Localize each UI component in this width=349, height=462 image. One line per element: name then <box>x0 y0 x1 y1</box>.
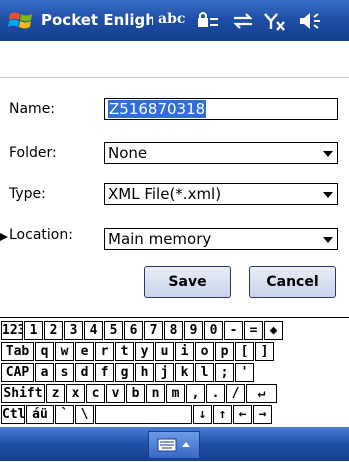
key-e[interactable]: e <box>75 342 94 361</box>
key-k[interactable]: k <box>175 363 194 382</box>
key-9[interactable]: 9 <box>184 321 203 340</box>
save-button[interactable]: Save <box>144 266 231 298</box>
key-b[interactable]: b <box>126 384 145 403</box>
speaker-icon[interactable] <box>296 9 324 33</box>
key-3[interactable]: 3 <box>64 321 83 340</box>
chevron-down-icon <box>323 192 333 198</box>
key-space[interactable] <box>95 405 192 424</box>
input-panel-button[interactable] <box>148 431 200 459</box>
key-↓[interactable]: ↓ <box>193 405 212 424</box>
key-w[interactable]: w <box>55 342 74 361</box>
windows-start-icon[interactable] <box>8 9 34 33</box>
folder-select-value: None <box>108 144 148 162</box>
key-↵[interactable]: ↵ <box>246 384 277 403</box>
type-select[interactable]: XML File(*.xml) <box>104 183 338 205</box>
name-label: Name: <box>9 101 56 117</box>
key-.[interactable]: . <box>206 384 225 403</box>
key-n[interactable]: n <box>146 384 165 403</box>
key-4[interactable]: 4 <box>84 321 103 340</box>
location-select[interactable]: Main memory <box>104 228 338 250</box>
key-2[interactable]: 2 <box>44 321 63 340</box>
key-t[interactable]: t <box>115 342 134 361</box>
key-d[interactable]: d <box>75 363 94 382</box>
key-Ctl[interactable]: Ctl <box>1 405 25 424</box>
key-x[interactable]: x <box>66 384 85 403</box>
key-`[interactable]: ` <box>55 405 74 424</box>
key-f[interactable]: f <box>95 363 114 382</box>
key-p[interactable]: p <box>215 342 234 361</box>
key-←[interactable]: ← <box>233 405 252 424</box>
name-field[interactable]: Z516870318 <box>104 98 338 120</box>
key-Shift[interactable]: Shift <box>1 384 45 403</box>
key-6[interactable]: 6 <box>124 321 143 340</box>
key--[interactable]: - <box>224 321 243 340</box>
connectivity-lock-icon[interactable] <box>196 9 220 33</box>
key-c[interactable]: c <box>86 384 105 403</box>
key-→[interactable]: → <box>253 405 272 424</box>
key-Tab[interactable]: Tab <box>1 342 34 361</box>
location-select-value: Main memory <box>108 230 212 248</box>
key-][interactable]: ] <box>255 342 274 361</box>
chevron-down-icon <box>323 237 333 243</box>
input-mode-abc-indicator[interactable]: abc <box>158 11 185 35</box>
key-h[interactable]: h <box>135 363 154 382</box>
app-title: Pocket Enlight <box>41 11 153 29</box>
key-0[interactable]: 0 <box>204 321 223 340</box>
key-g[interactable]: g <box>115 363 134 382</box>
key-↑[interactable]: ↑ <box>213 405 232 424</box>
key-\[interactable]: \ <box>75 405 94 424</box>
key-r[interactable]: r <box>95 342 114 361</box>
key-z[interactable]: z <box>46 384 65 403</box>
pointer-arrow-icon <box>0 233 8 241</box>
key-◆[interactable]: ◆ <box>264 321 283 340</box>
key-/[interactable]: / <box>226 384 245 403</box>
key-[[interactable]: [ <box>235 342 254 361</box>
key-5[interactable]: 5 <box>104 321 123 340</box>
name-field-value: Z516870318 <box>108 100 207 118</box>
keyboard-icon <box>157 438 190 452</box>
key-j[interactable]: j <box>155 363 174 382</box>
sync-arrows-icon[interactable] <box>230 9 256 33</box>
key-m[interactable]: m <box>166 384 185 403</box>
signal-off-icon[interactable] <box>262 9 288 33</box>
location-label: Location: <box>9 227 73 243</box>
cancel-button[interactable]: Cancel <box>249 266 336 298</box>
folder-select[interactable]: None <box>104 142 338 164</box>
key-l[interactable]: l <box>195 363 214 382</box>
key-7[interactable]: 7 <box>144 321 163 340</box>
key-y[interactable]: y <box>135 342 154 361</box>
key-'[interactable]: ' <box>235 363 254 382</box>
type-label: Type: <box>9 186 46 202</box>
key-=[interactable]: = <box>244 321 263 340</box>
key-a[interactable]: a <box>35 363 54 382</box>
key-s[interactable]: s <box>55 363 74 382</box>
chevron-down-icon <box>323 151 333 157</box>
key-1[interactable]: 1 <box>24 321 43 340</box>
type-select-value: XML File(*.xml) <box>108 185 222 203</box>
title-bar: Pocket Enlight abc <box>0 0 349 41</box>
key-i[interactable]: i <box>175 342 194 361</box>
bottom-bar <box>0 427 349 461</box>
key-áü[interactable]: áü <box>26 405 54 424</box>
key-u[interactable]: u <box>155 342 174 361</box>
key-123[interactable]: 123 <box>1 321 23 340</box>
key-,[interactable]: , <box>186 384 205 403</box>
key-;[interactable]: ; <box>215 363 234 382</box>
soft-keyboard: 1231234567890-=◆Tabqwertyuiop[]CAPasdfgh… <box>0 317 349 428</box>
folder-label: Folder: <box>9 145 57 161</box>
key-v[interactable]: v <box>106 384 125 403</box>
menu-strip <box>0 41 349 78</box>
key-CAP[interactable]: CAP <box>1 363 34 382</box>
key-q[interactable]: q <box>35 342 54 361</box>
key-o[interactable]: o <box>195 342 214 361</box>
key-8[interactable]: 8 <box>164 321 183 340</box>
